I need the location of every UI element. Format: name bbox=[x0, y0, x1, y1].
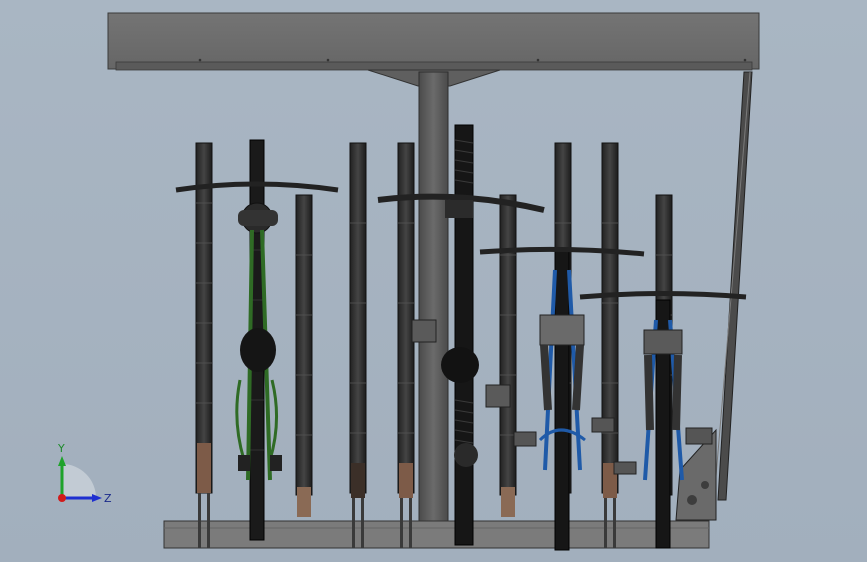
rack-bar bbox=[295, 194, 313, 517]
rack-bar bbox=[195, 142, 213, 548]
y-axis-arrow bbox=[58, 456, 66, 466]
rack-bar bbox=[601, 142, 619, 548]
cad-viewport[interactable]: Y Z bbox=[0, 0, 867, 562]
x-axis-dot bbox=[58, 494, 66, 502]
rack-bar bbox=[397, 142, 415, 548]
z-axis-arrow bbox=[92, 494, 102, 502]
axis-triad: Y Z bbox=[57, 442, 112, 505]
y-axis-label: Y bbox=[57, 442, 65, 455]
base-platform bbox=[163, 520, 710, 549]
rack-bar bbox=[499, 194, 517, 517]
z-axis-label: Z bbox=[104, 492, 112, 505]
bike-rack-model[interactable] bbox=[0, 0, 867, 562]
central-post bbox=[367, 69, 501, 523]
canopy-roof bbox=[107, 12, 760, 71]
rack-bar bbox=[349, 142, 367, 548]
